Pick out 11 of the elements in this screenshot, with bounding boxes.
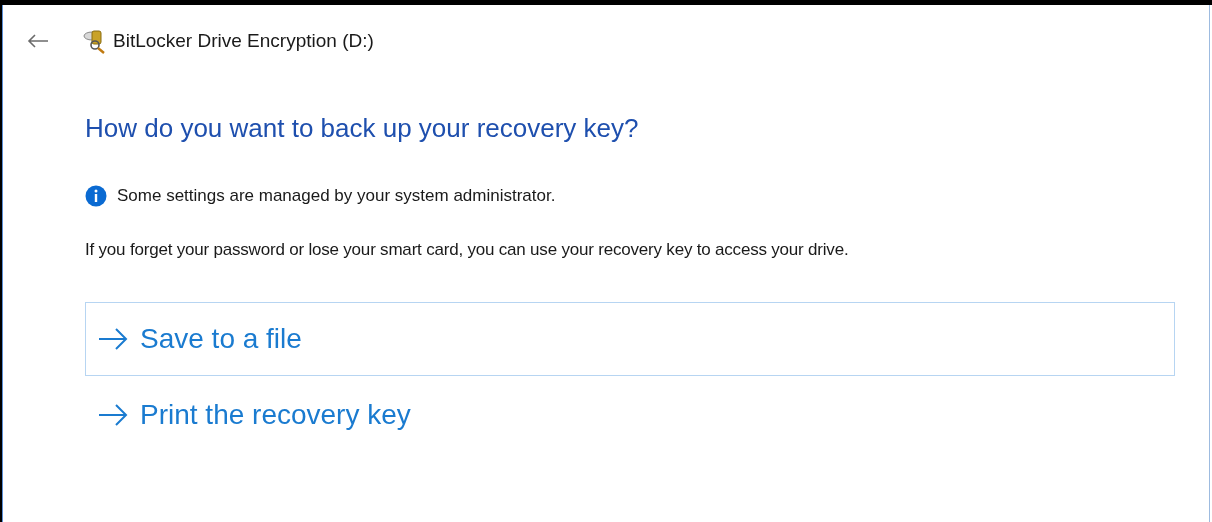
arrow-right-icon [98, 328, 128, 350]
back-arrow-icon[interactable] [27, 34, 49, 48]
page-heading: How do you want to back up your recovery key? [85, 112, 640, 145]
admin-notice: Some settings are managed by your system administrator. [117, 185, 556, 207]
info-icon [85, 184, 107, 207]
command-link[interactable]: Print the recovery key [85, 378, 1175, 452]
drive-lock-icon [83, 28, 107, 54]
command-link[interactable]: Save to a file [85, 302, 1175, 376]
window-title: BitLocker Drive Encryption (D:) [113, 28, 374, 53]
arrow-right-icon [98, 404, 128, 426]
description-text: If you forget your password or lose your smart card, you can use your recovery key to access your drive. [85, 238, 850, 261]
